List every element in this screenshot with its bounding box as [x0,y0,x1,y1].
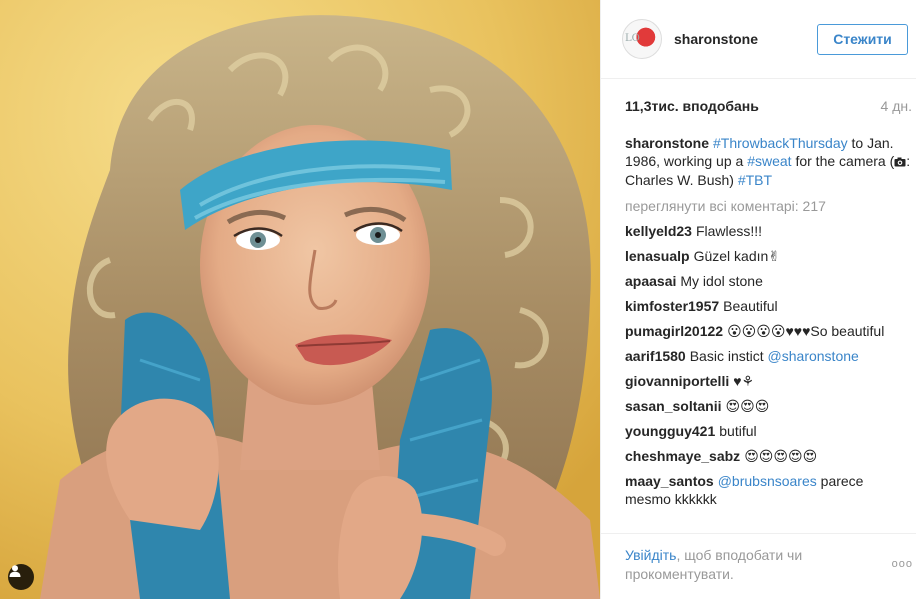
hashtag-link[interactable]: #sweat [747,153,791,169]
comment-username[interactable]: youngguy421 [625,423,715,439]
caption-username[interactable]: sharonstone [625,135,709,151]
post-photo[interactable] [0,0,600,599]
comment: cheshmaye_sabz 😍😍😍😍😍 [625,447,912,465]
comment: giovanniportelli ♥⚘ [625,372,912,390]
hashtag-link[interactable]: #TBT [738,172,772,188]
post-footer: Увійдіть, щоб вподобати чи прокоментуват… [601,533,916,599]
user-tag-icon[interactable] [8,564,34,590]
person-icon [9,565,21,577]
mention-link[interactable]: @brubsnsoares [718,473,817,489]
comment-text: ♥⚘ [733,373,755,389]
comment: kimfoster1957 Beautiful [625,297,912,315]
likes-count[interactable]: 11,3тис. вподобань [625,98,759,114]
comment: sasan_soltanii 😍😍😍 [625,397,912,415]
comment-username[interactable]: apaasai [625,273,676,289]
comment-username[interactable]: cheshmaye_sabz [625,448,740,464]
comment-text: 😮😮😮😮♥♥♥So beautiful [727,323,885,339]
comment-text: Basic instict [689,348,768,364]
comment: lenasualp Güzel kadın✌ [625,247,912,265]
comment-username[interactable]: kellyeld23 [625,223,692,239]
comment-username[interactable]: giovanniportelli [625,373,729,389]
comment-text: 😍😍😍😍😍 [744,448,818,464]
username[interactable]: sharonstone [674,31,758,47]
post-side-panel: LO sharonstone Стежити 11,3тис. вподобан… [600,0,916,599]
comment-username[interactable]: aarif1580 [625,348,686,364]
comment-text: Güzel kadın✌ [693,248,781,264]
comment-text: 😍😍😍 [725,398,770,414]
comment: aarif1580 Basic instict @sharonstone [625,347,912,365]
comment: youngguy421 butiful [625,422,912,440]
comment-username[interactable]: sasan_soltanii [625,398,722,414]
comment-username[interactable]: kimfoster1957 [625,298,719,314]
post-time[interactable]: 4 дн. [881,98,912,114]
caption-text: for the camera ( [791,153,895,169]
comment-text: Beautiful [723,298,778,314]
avatar[interactable]: LO [622,19,662,59]
comment-text: My idol stone [680,273,763,289]
hashtag-link[interactable]: #ThrowbackThursday [713,135,848,151]
comment: kellyeld23 Flawless!!! [625,222,912,240]
post-caption: sharonstone #ThrowbackThursday to Jan. 19… [625,134,912,189]
follow-button[interactable]: Стежити [817,23,908,55]
login-link[interactable]: Увійдіть [625,547,676,563]
comment-text: Flawless!!! [695,223,763,239]
comment: pumagirl20122 😮😮😮😮♥♥♥So beautiful [625,322,912,340]
post-meta: 11,3тис. вподобань 4 дн. [601,79,916,132]
comment: apaasai My idol stone [625,272,912,290]
comment-username[interactable]: maay_santos [625,473,714,489]
comment-text: butiful [719,423,757,439]
photo-illustration [0,0,600,599]
view-all-comments[interactable]: переглянути всі коментарі: 217 [625,198,912,214]
comment: maay_santos @brubsnsoares parece mesmo kk… [625,472,912,508]
post-modal: LO sharonstone Стежити 11,3тис. вподобан… [0,0,916,599]
comment-username[interactable]: pumagirl20122 [625,323,723,339]
comments-list: sharonstone #ThrowbackThursday to Jan. 19… [601,132,916,542]
comment-username[interactable]: lenasualp [625,248,690,264]
avatar-letters: LO [625,33,640,44]
more-options-button[interactable]: ooo [892,558,913,599]
camera-icon [894,153,906,171]
mention-link[interactable]: @sharonstone [768,348,859,364]
post-header: LO sharonstone Стежити [601,0,916,79]
login-prompt: Увійдіть, щоб вподобати чи прокоментуват… [625,546,855,599]
